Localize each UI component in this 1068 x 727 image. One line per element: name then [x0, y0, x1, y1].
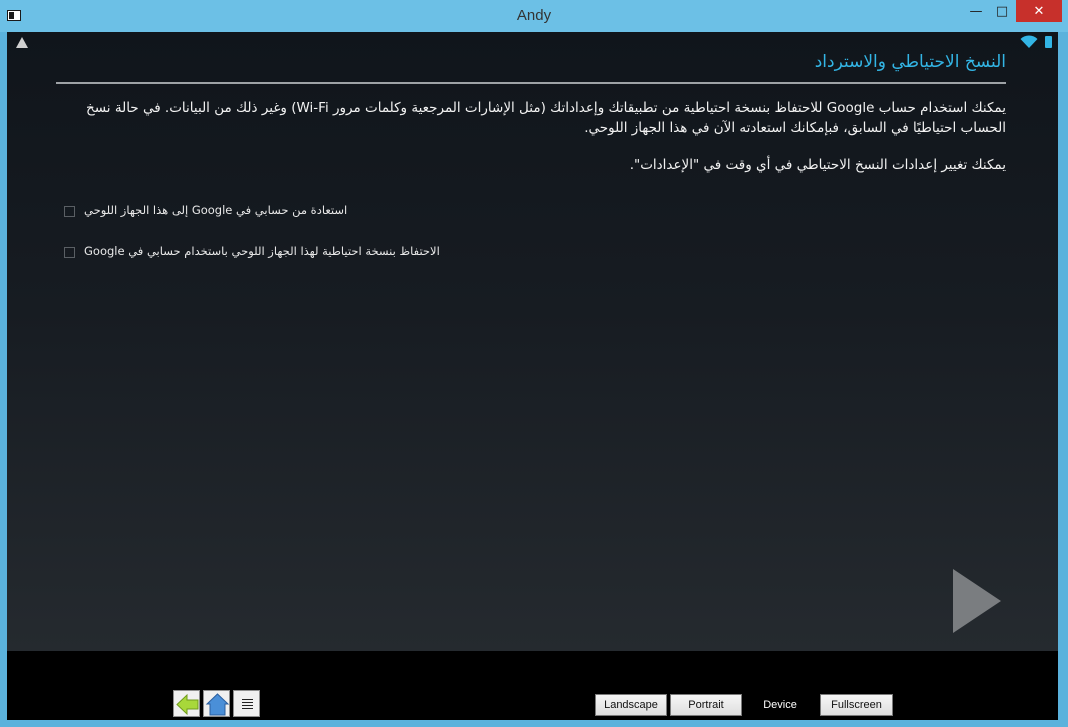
minimize-button[interactable]: — — [963, 0, 989, 22]
backup-description: يمكنك استخدام حساب Google للاحتفاظ بنسخة… — [86, 100, 1006, 136]
landscape-button[interactable]: Landscape — [595, 694, 667, 716]
page-title: النسخ الاحتياطي والاسترداد — [814, 52, 1006, 72]
restore-label: استعادة من حسابي في Google إلى هذا الجها… — [84, 203, 348, 217]
restore-checkbox[interactable] — [64, 206, 75, 217]
next-arrow-icon[interactable] — [951, 567, 1003, 635]
window-title: Andy — [516, 7, 552, 24]
device-button[interactable]: Device — [750, 694, 810, 716]
close-button[interactable]: ✕ — [1016, 0, 1062, 22]
menu-icon — [242, 699, 253, 711]
window-titlebar: Andy — □ ✕ — [0, 0, 1068, 32]
warning-icon — [16, 37, 28, 48]
fullscreen-button[interactable]: Fullscreen — [820, 694, 893, 716]
back-button[interactable] — [173, 690, 200, 717]
settings-note: يمكنك تغيير إعدادات النسخ الاحتياطي في أ… — [629, 157, 1006, 173]
title-divider — [56, 82, 1006, 84]
backup-label: الاحتفاظ بنسخة احتياطية لهذا الجهاز اللو… — [84, 244, 440, 258]
portrait-button[interactable]: Portrait — [670, 694, 742, 716]
home-icon — [205, 693, 230, 716]
backup-checkbox[interactable] — [64, 247, 75, 258]
battery-icon — [1045, 36, 1052, 48]
maximize-button[interactable]: □ — [989, 0, 1015, 22]
android-screen: النسخ الاحتياطي والاسترداد يمكنك استخدام… — [7, 32, 1058, 651]
menu-button[interactable] — [233, 690, 260, 717]
wifi-icon — [1020, 35, 1038, 48]
emulator-toolbar — [7, 651, 1058, 720]
home-button[interactable] — [203, 690, 230, 717]
back-arrow-icon — [176, 693, 199, 716]
